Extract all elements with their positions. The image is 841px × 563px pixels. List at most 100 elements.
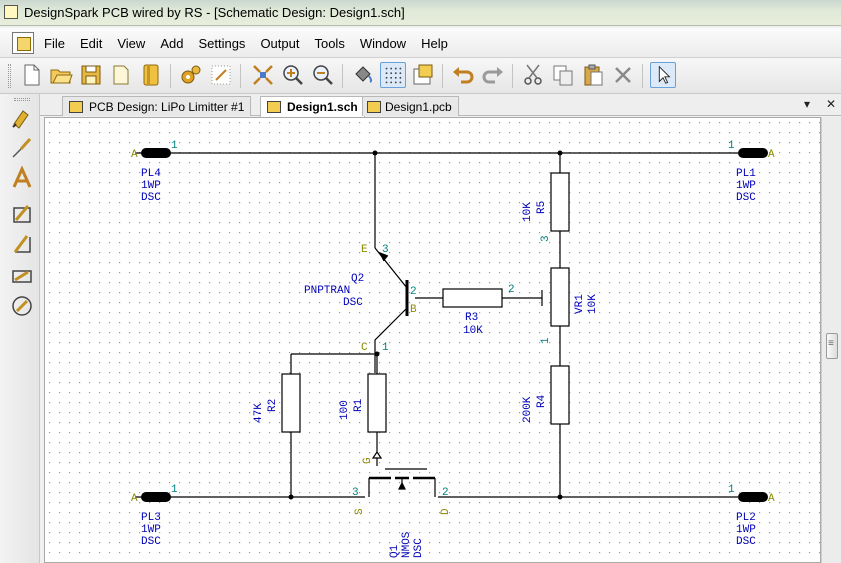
circle-icon[interactable] — [10, 294, 34, 318]
design-tech-icon[interactable] — [178, 62, 204, 88]
q1-pin-d-num: 2 — [442, 487, 449, 499]
pl1-ref: PL1 — [736, 168, 756, 180]
tab-label: PCB Design: LiPo Limitter #1 — [89, 100, 245, 114]
new-file-icon[interactable] — [18, 62, 44, 88]
menu-add[interactable]: Add — [160, 36, 183, 51]
line-icon[interactable] — [10, 232, 34, 256]
connector-pl1[interactable] — [738, 148, 768, 158]
q1-pkg: DSC — [413, 538, 425, 558]
toolbar-grip[interactable] — [8, 64, 11, 88]
r2-value: 47K — [253, 403, 265, 423]
menu-settings[interactable]: Settings — [198, 36, 245, 51]
connector-pl3[interactable] — [141, 492, 171, 502]
app-icon — [4, 5, 18, 19]
wire-icon[interactable] — [10, 136, 34, 160]
schematic-canvas[interactable]: A 1 PL4 1WP DSC A 1 PL1 1WP DSC A 1 PL3 … — [44, 117, 821, 563]
q1-ref: Q1 — [389, 544, 401, 558]
paste-icon[interactable] — [580, 62, 606, 88]
r1-value: 100 — [339, 400, 351, 420]
q1-value: NMOS — [401, 531, 413, 558]
connector-pl4[interactable] — [141, 148, 171, 158]
toolbar-separator — [442, 64, 443, 88]
pl4-value: 1WP — [141, 180, 161, 192]
menu-view[interactable]: View — [117, 36, 145, 51]
main-toolbar — [0, 58, 841, 94]
connector-pl2[interactable] — [738, 492, 768, 502]
vertical-scrollbar[interactable] — [821, 117, 841, 563]
toolbar-grip[interactable] — [14, 98, 30, 101]
pl3-pin-name: A — [131, 493, 138, 505]
document-tabs: PCB Design: LiPo Limitter #1 Design1.sch… — [40, 94, 841, 117]
q2-pkg: DSC — [343, 297, 363, 309]
zoom-fit-icon[interactable] — [250, 62, 276, 88]
redo-icon[interactable] — [480, 62, 506, 88]
resistor-r4[interactable] — [550, 365, 570, 425]
q2-pin-c-num: 1 — [382, 342, 389, 354]
vr1-pin-wiper: 2 — [508, 284, 515, 296]
resistor-r2[interactable] — [281, 373, 301, 433]
pl3-pkg: DSC — [141, 536, 161, 548]
save-icon[interactable] — [78, 62, 104, 88]
pl4-pin-name: A — [131, 149, 138, 161]
pl3-value: 1WP — [141, 524, 161, 536]
component-icon[interactable] — [10, 106, 34, 130]
open-folder-icon[interactable] — [48, 62, 74, 88]
zoom-in-icon[interactable] — [280, 62, 306, 88]
tab-pcb-design-lipo[interactable]: PCB Design: LiPo Limitter #1 — [62, 96, 252, 116]
pl2-pin-num: 1 — [728, 484, 735, 496]
undo-icon[interactable] — [450, 62, 476, 88]
menu-edit[interactable]: Edit — [80, 36, 102, 51]
q2-pin-b: B — [410, 304, 417, 316]
menu-help[interactable]: Help — [421, 36, 448, 51]
r4-ref: R4 — [536, 394, 548, 408]
document-icon[interactable] — [12, 32, 34, 54]
r3-value: 10K — [463, 325, 483, 337]
pl1-value: 1WP — [736, 180, 756, 192]
select-pointer-icon[interactable] — [650, 62, 676, 88]
resistor-r5[interactable] — [550, 172, 570, 232]
tab-list-dropdown[interactable]: ▾ — [804, 97, 810, 111]
copy-icon[interactable] — [550, 62, 576, 88]
pl1-pin-num: 1 — [728, 140, 735, 152]
tab-close-button[interactable]: ✕ — [826, 97, 836, 111]
cut-icon[interactable] — [520, 62, 546, 88]
q2-value: PNPTRAN — [304, 285, 350, 297]
tab-label: Design1.sch — [287, 100, 358, 114]
rectangle-icon[interactable] — [10, 264, 34, 288]
r5-ref: R5 — [536, 201, 548, 214]
tab-design1-pcb[interactable]: Design1.pcb — [362, 96, 459, 116]
pl2-pin-name: A — [768, 493, 775, 505]
fill-icon[interactable] — [350, 62, 376, 88]
menu-file[interactable]: File — [44, 36, 65, 51]
library-icon[interactable] — [138, 62, 164, 88]
menu-window[interactable]: Window — [360, 36, 406, 51]
menu-output[interactable]: Output — [260, 36, 299, 51]
vr1-pin-bottom: 1 — [540, 337, 552, 344]
grid-toggle-icon[interactable] — [380, 62, 406, 88]
text-icon[interactable] — [10, 166, 34, 190]
properties-icon[interactable] — [410, 62, 436, 88]
tab-label: Design1.pcb — [385, 100, 452, 114]
pl1-pin-name: A — [768, 149, 775, 161]
r2-ref: R2 — [267, 399, 279, 412]
toolbar-separator — [512, 64, 513, 88]
q1-pin-s: S — [354, 508, 366, 515]
potentiometer-vr1[interactable] — [550, 267, 570, 327]
q2-pin-e-num: 3 — [382, 244, 389, 256]
schematic-drawing[interactable]: A 1 PL4 1WP DSC A 1 PL1 1WP DSC A 1 PL3 … — [45, 118, 821, 563]
resistor-r1[interactable] — [367, 373, 387, 433]
delete-icon[interactable] — [610, 62, 636, 88]
close-doc-icon[interactable] — [108, 62, 134, 88]
tab-design1-sch[interactable]: Design1.sch — [260, 96, 365, 117]
shape-icon[interactable] — [10, 202, 34, 226]
drawing-toolbar — [0, 94, 40, 563]
zoom-out-icon[interactable] — [310, 62, 336, 88]
r1-ref: R1 — [353, 398, 365, 412]
grid-settings-icon[interactable] — [208, 62, 234, 88]
q2-pin-b-num: 2 — [410, 286, 417, 298]
menu-tools[interactable]: Tools — [314, 36, 344, 51]
q1-pin-s-num: 3 — [352, 487, 359, 499]
scrollbar-thumb[interactable] — [826, 333, 838, 359]
resistor-r3[interactable] — [442, 288, 503, 308]
vr1-ref: VR1 — [574, 294, 586, 314]
